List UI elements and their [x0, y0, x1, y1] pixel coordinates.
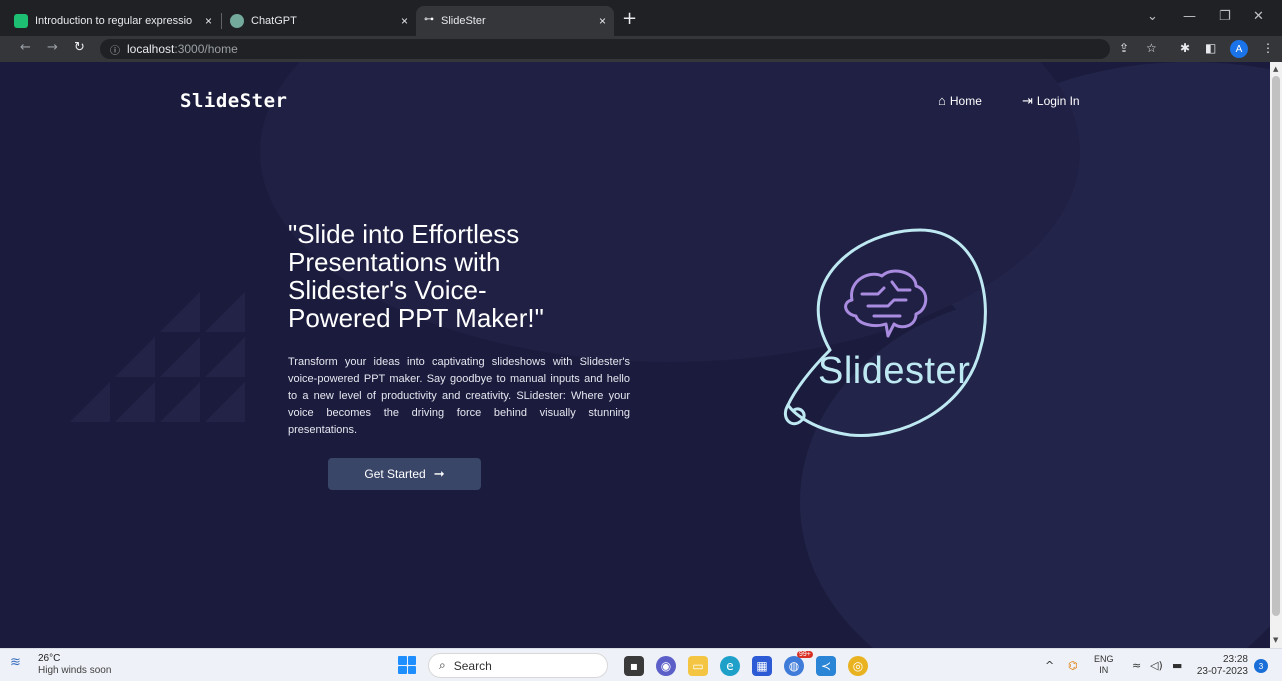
region-code: IN — [1099, 665, 1109, 675]
system-clock[interactable]: 23:28 23-07-2023 — [1194, 654, 1248, 678]
volume-icon[interactable]: ◁) — [1150, 659, 1163, 672]
taskbar-search[interactable]: ⌕ Search — [428, 653, 608, 678]
show-hidden-icons-chevron[interactable]: ^ — [1045, 659, 1054, 672]
decorative-triangles — [70, 292, 245, 422]
scroll-up-icon[interactable]: ▲ — [1273, 65, 1278, 73]
get-started-button[interactable]: Get Started ➞ — [328, 458, 481, 490]
slidester-favicon-icon: ⊶ — [424, 14, 434, 25]
restore-icon[interactable]: ❐ — [1219, 9, 1231, 24]
browser-toolbar: ← → ↻ ⓘ localhost:3000/home ⇪ ☆ ✱ ◧ ⋮ — [0, 36, 1282, 62]
file-explorer-icon[interactable]: ▭ — [688, 656, 708, 676]
slidester-logo-icon — [783, 228, 987, 438]
store-icon[interactable]: ▦ — [752, 656, 772, 676]
edge-icon[interactable]: e — [720, 656, 740, 676]
start-button[interactable] — [398, 656, 416, 674]
hero-headline: "Slide into Effortless Presentations wit… — [288, 219, 544, 333]
extensions-icon[interactable]: ✱ — [1180, 41, 1190, 55]
tab-title: SlideSter — [441, 15, 486, 27]
clock-date: 23-07-2023 — [1196, 666, 1248, 677]
close-icon[interactable]: × — [401, 14, 408, 28]
notification-count-badge[interactable]: 3 — [1254, 659, 1268, 673]
close-icon[interactable]: × — [599, 14, 606, 28]
logo-text: Slidester — [818, 350, 971, 392]
network-warning-icon[interactable]: ⌬ — [1068, 659, 1078, 672]
home-icon: ⌂ — [938, 93, 946, 108]
search-icon: ⌕ — [439, 658, 446, 672]
chrome-beta-icon[interactable]: ◍ — [784, 656, 804, 676]
tab-title: ChatGPT — [251, 15, 297, 27]
close-window-icon[interactable]: ✕ — [1253, 9, 1264, 24]
hero-description: Transform your ideas into captivating sl… — [288, 356, 630, 436]
login-icon: ⇥ — [1022, 93, 1033, 108]
language-indicator[interactable]: ENG IN — [1094, 654, 1114, 676]
weather-description[interactable]: High winds soon — [38, 665, 111, 676]
reload-icon[interactable]: ↻ — [74, 40, 85, 55]
address-bar[interactable]: ⓘ localhost:3000/home — [100, 39, 1110, 59]
task-view-icon[interactable]: ▪ — [624, 656, 644, 676]
lang-code: ENG — [1094, 654, 1114, 664]
regex-favicon-icon — [14, 14, 28, 28]
brand-logo[interactable]: SlideSter — [180, 90, 287, 112]
menu-icon[interactable]: ⋮ — [1262, 41, 1274, 55]
arrow-right-icon: ➞ — [433, 466, 445, 481]
get-started-label: Get Started — [364, 467, 426, 481]
tab-title: Introduction to regular expressio — [35, 15, 193, 27]
chatgpt-favicon-icon — [230, 14, 244, 28]
tab-regex[interactable]: Introduction to regular expressio × — [6, 6, 220, 36]
nav-home[interactable]: ⌂ Home — [938, 93, 982, 108]
search-placeholder: Search — [453, 658, 492, 673]
new-tab-icon[interactable]: + — [622, 8, 637, 29]
vscode-icon[interactable]: ≺ — [816, 656, 836, 676]
nav-home-label: Home — [949, 93, 982, 108]
close-icon[interactable]: × — [205, 14, 212, 28]
share-icon[interactable]: ⇪ — [1119, 41, 1129, 55]
tab-slidester[interactable]: ⊶ SlideSter × — [416, 6, 614, 36]
page-scrollbar[interactable]: ▲ ▼ — [1270, 62, 1282, 648]
notification-badge: 99+ — [797, 651, 813, 658]
windows-taskbar: ≋ 26°C High winds soon ⌕ Search ▪ ◉ ▭ e … — [0, 648, 1282, 681]
brain-icon — [844, 269, 928, 338]
page-viewport: SlideSter ⌂ Home ⇥ Login In "Slide into … — [0, 62, 1270, 648]
clock-time: 23:28 — [1222, 654, 1248, 665]
chrome-icon[interactable]: ◎ — [848, 656, 868, 676]
tab-chatgpt[interactable]: ChatGPT × — [222, 6, 416, 36]
windows-logo-icon — [398, 656, 407, 665]
profile-avatar[interactable]: A — [1230, 40, 1248, 58]
url-path: :3000/home — [174, 42, 238, 56]
tab-search-chevron-icon[interactable]: ⌄ — [1147, 9, 1158, 24]
url-host: localhost — [127, 42, 175, 56]
battery-icon[interactable]: ▬ — [1172, 659, 1182, 672]
browser-tab-bar: Introduction to regular expressio × Chat… — [0, 0, 1282, 36]
bookmark-star-icon[interactable]: ☆ — [1146, 41, 1157, 55]
forward-icon[interactable]: → — [47, 40, 58, 55]
nav-login-label: Login In — [1036, 94, 1080, 108]
side-panel-icon[interactable]: ◧ — [1205, 41, 1216, 55]
scrollbar-thumb[interactable] — [1272, 76, 1280, 616]
minimize-icon[interactable]: — — [1183, 9, 1196, 24]
scroll-down-icon[interactable]: ▼ — [1273, 636, 1278, 644]
wifi-icon[interactable]: ≈ — [1132, 659, 1141, 672]
teams-chat-icon[interactable]: ◉ — [656, 656, 676, 676]
back-icon[interactable]: ← — [20, 40, 31, 55]
wind-icon[interactable]: ≋ — [10, 655, 21, 670]
weather-temperature[interactable]: 26°C — [38, 653, 60, 664]
site-info-icon[interactable]: ⓘ — [110, 42, 120, 57]
nav-login[interactable]: ⇥ Login In — [1022, 93, 1080, 109]
